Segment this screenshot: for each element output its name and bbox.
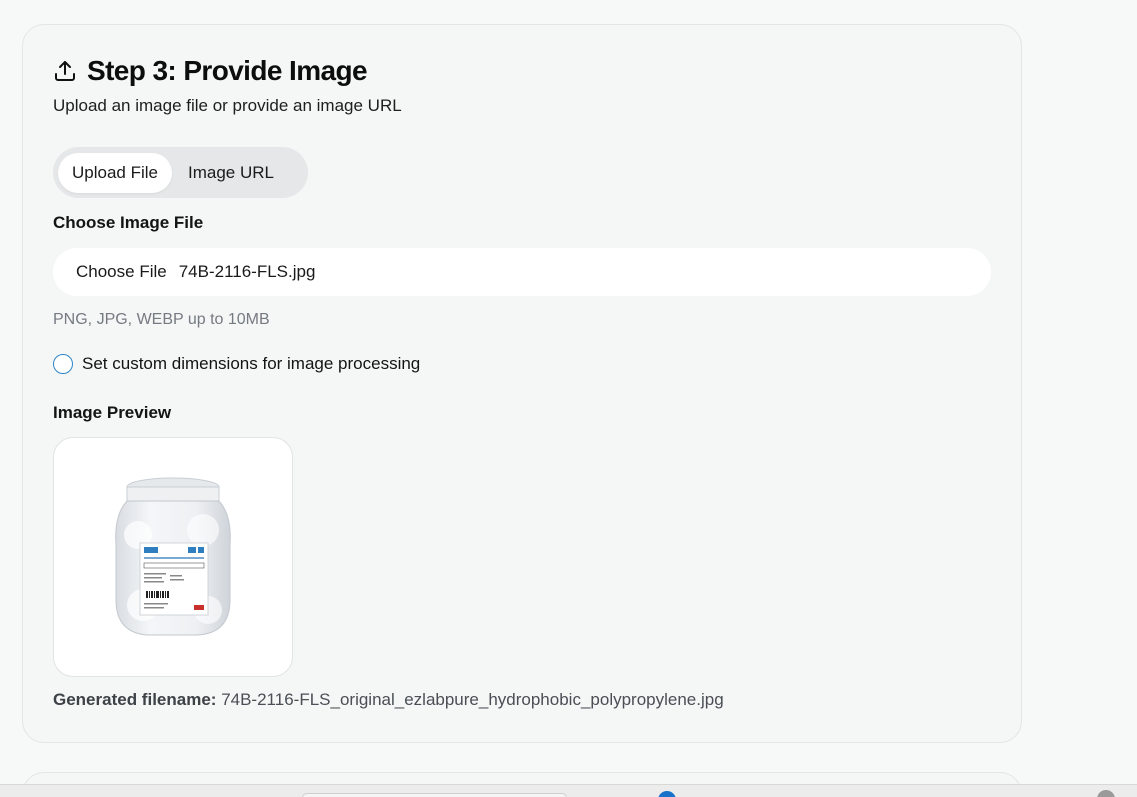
generated-filename: Generated filename: 74B-2116-FLS_origina… <box>53 690 724 710</box>
tab-upload-file[interactable]: Upload File <box>58 152 172 193</box>
image-preview-label: Image Preview <box>53 403 172 422</box>
file-type-hint: PNG, JPG, WEBP up to 10MB <box>53 311 270 328</box>
source-tabs: Upload File Image URL <box>53 147 308 198</box>
generated-filename-value: 74B-2116-FLS_original_ezlabpure_hydropho… <box>221 690 724 709</box>
image-preview <box>53 437 293 677</box>
generated-filename-label: Generated filename: <box>53 690 217 709</box>
product-jar-image <box>115 477 231 635</box>
custom-dimensions-row: Set custom dimensions for image processi… <box>53 354 420 374</box>
step-subtitle: Upload an image file or provide an image… <box>53 96 402 115</box>
taskbar <box>0 784 1137 797</box>
custom-dimensions-label[interactable]: Set custom dimensions for image processi… <box>82 354 420 374</box>
file-input[interactable]: Choose File 74B-2116-FLS.jpg <box>53 248 991 296</box>
choose-file-label: Choose Image File <box>53 213 204 232</box>
choose-file-button[interactable]: Choose File <box>76 262 167 282</box>
taskbar-search[interactable] <box>302 793 567 797</box>
upload-icon <box>53 59 77 83</box>
selected-file-name: 74B-2116-FLS.jpg <box>178 262 316 281</box>
page-title: Step 3: Provide Image <box>87 55 368 86</box>
custom-dimensions-checkbox[interactable] <box>53 354 73 374</box>
step-3-card: Step 3: Provide Image Upload an image fi… <box>22 24 1022 743</box>
step-header: Step 3: Provide Image <box>53 55 368 87</box>
tab-image-url[interactable]: Image URL <box>174 153 288 193</box>
